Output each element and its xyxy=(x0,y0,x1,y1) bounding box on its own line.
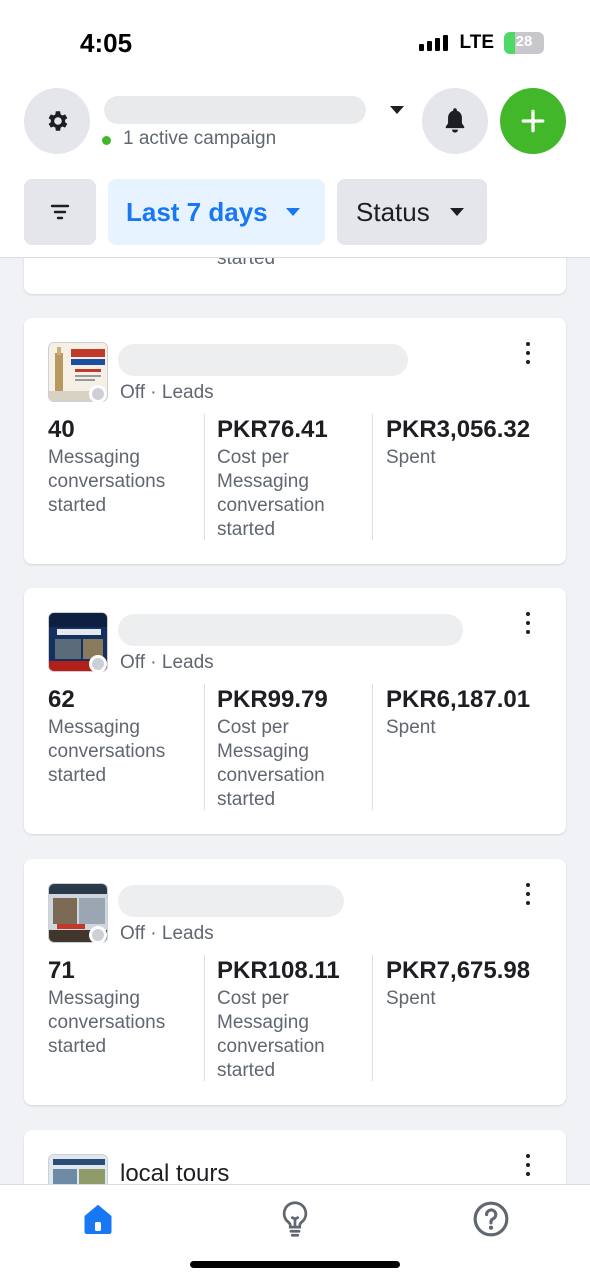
campaign-meta: Off · Leads xyxy=(120,652,214,673)
status-dot xyxy=(89,655,107,673)
campaign-name-redacted xyxy=(118,885,344,917)
campaign-card[interactable]: Off · Leads 62 Messaging conversations s… xyxy=(24,588,566,834)
campaign-name: local tours xyxy=(120,1160,230,1184)
more-options-icon[interactable] xyxy=(518,1152,538,1178)
campaign-thumbnail xyxy=(48,1154,108,1184)
settings-button[interactable] xyxy=(24,88,90,154)
question-icon xyxy=(473,1201,509,1237)
campaign-name-redacted xyxy=(118,614,463,646)
metric-results: 40 Messaging conversations started xyxy=(48,416,166,516)
chevron-down-icon xyxy=(285,208,300,216)
divider xyxy=(204,955,205,1081)
metric-label: started xyxy=(217,258,276,269)
campaign-status: Off xyxy=(120,382,145,403)
active-campaign-count: 1 active campaign xyxy=(123,128,277,149)
more-options-icon[interactable] xyxy=(518,340,538,366)
bell-icon xyxy=(445,108,465,133)
metric-cost: PKR99.79 Cost per Messaging conversation… xyxy=(217,686,328,810)
network-type: LTE xyxy=(459,32,494,53)
gear-icon xyxy=(48,111,68,131)
nav-home[interactable] xyxy=(78,1199,118,1239)
metric-cost: PKR76.41 Cost per Messaging conversation… xyxy=(217,416,328,540)
notifications-button[interactable] xyxy=(422,88,488,154)
account-name-redacted[interactable] xyxy=(104,96,366,124)
campaign-meta: Off · Leads xyxy=(120,923,214,944)
home-icon xyxy=(84,1204,112,1234)
campaign-card-partial[interactable]: started xyxy=(24,258,566,294)
campaign-list[interactable]: started Off · Leads 40 Messaging convers… xyxy=(0,258,590,1184)
divider xyxy=(204,414,205,540)
more-options-icon[interactable] xyxy=(518,881,538,907)
battery-icon: 28 xyxy=(504,32,544,54)
header: 1 active campaign Last 7 days Status xyxy=(0,88,590,258)
more-options-icon[interactable] xyxy=(518,610,538,636)
campaign-status: Off xyxy=(120,923,145,944)
campaign-card[interactable]: Off · Leads 40 Messaging conversations s… xyxy=(24,318,566,564)
metric-spent: PKR3,056.32 Spent xyxy=(386,416,531,468)
home-indicator xyxy=(190,1261,400,1268)
signal-icon xyxy=(418,35,448,51)
status-indicators: LTE 28 xyxy=(418,32,544,54)
filter-icon xyxy=(50,204,70,220)
status-filter-label: Status xyxy=(356,196,430,227)
campaign-status: Off xyxy=(120,652,145,673)
bottom-nav xyxy=(0,1184,590,1280)
chevron-down-icon xyxy=(449,208,464,216)
metric-spent: PKR7,675.98 Spent xyxy=(386,957,531,1009)
metric-results: 62 Messaging conversations started xyxy=(48,686,166,786)
status-dropdown[interactable]: Status xyxy=(337,179,487,245)
create-campaign-button[interactable] xyxy=(500,88,566,154)
nav-help[interactable] xyxy=(471,1199,511,1239)
status-bar: 4:05 LTE 28 xyxy=(0,0,590,88)
campaign-objective: Leads xyxy=(161,382,214,403)
divider xyxy=(372,414,373,540)
campaign-card-partial[interactable]: local tours xyxy=(24,1130,566,1184)
lightbulb-icon xyxy=(282,1201,308,1237)
campaign-objective: Leads xyxy=(161,923,214,944)
active-status-dot xyxy=(102,136,111,145)
campaign-meta: Off · Leads xyxy=(120,382,214,403)
filter-button[interactable] xyxy=(24,179,96,245)
campaign-name-redacted xyxy=(118,344,408,376)
divider xyxy=(372,684,373,810)
status-dot xyxy=(89,926,107,944)
date-range-label: Last 7 days xyxy=(126,196,268,227)
status-dot xyxy=(89,385,107,403)
metric-spent: PKR6,187.01 Spent xyxy=(386,686,531,738)
divider xyxy=(372,955,373,1081)
nav-tips[interactable] xyxy=(275,1199,315,1239)
metric-cost: PKR108.11 Cost per Messaging conversatio… xyxy=(217,957,340,1081)
battery-percent: 28 xyxy=(515,33,533,50)
chevron-down-icon[interactable] xyxy=(390,106,404,114)
plus-icon xyxy=(521,109,545,133)
status-time: 4:05 xyxy=(80,28,133,58)
metric-results: 71 Messaging conversations started xyxy=(48,957,166,1057)
campaign-card[interactable]: Off · Leads 71 Messaging conversations s… xyxy=(24,859,566,1105)
divider xyxy=(204,684,205,810)
campaign-objective: Leads xyxy=(161,652,214,673)
date-range-dropdown[interactable]: Last 7 days xyxy=(108,179,325,245)
